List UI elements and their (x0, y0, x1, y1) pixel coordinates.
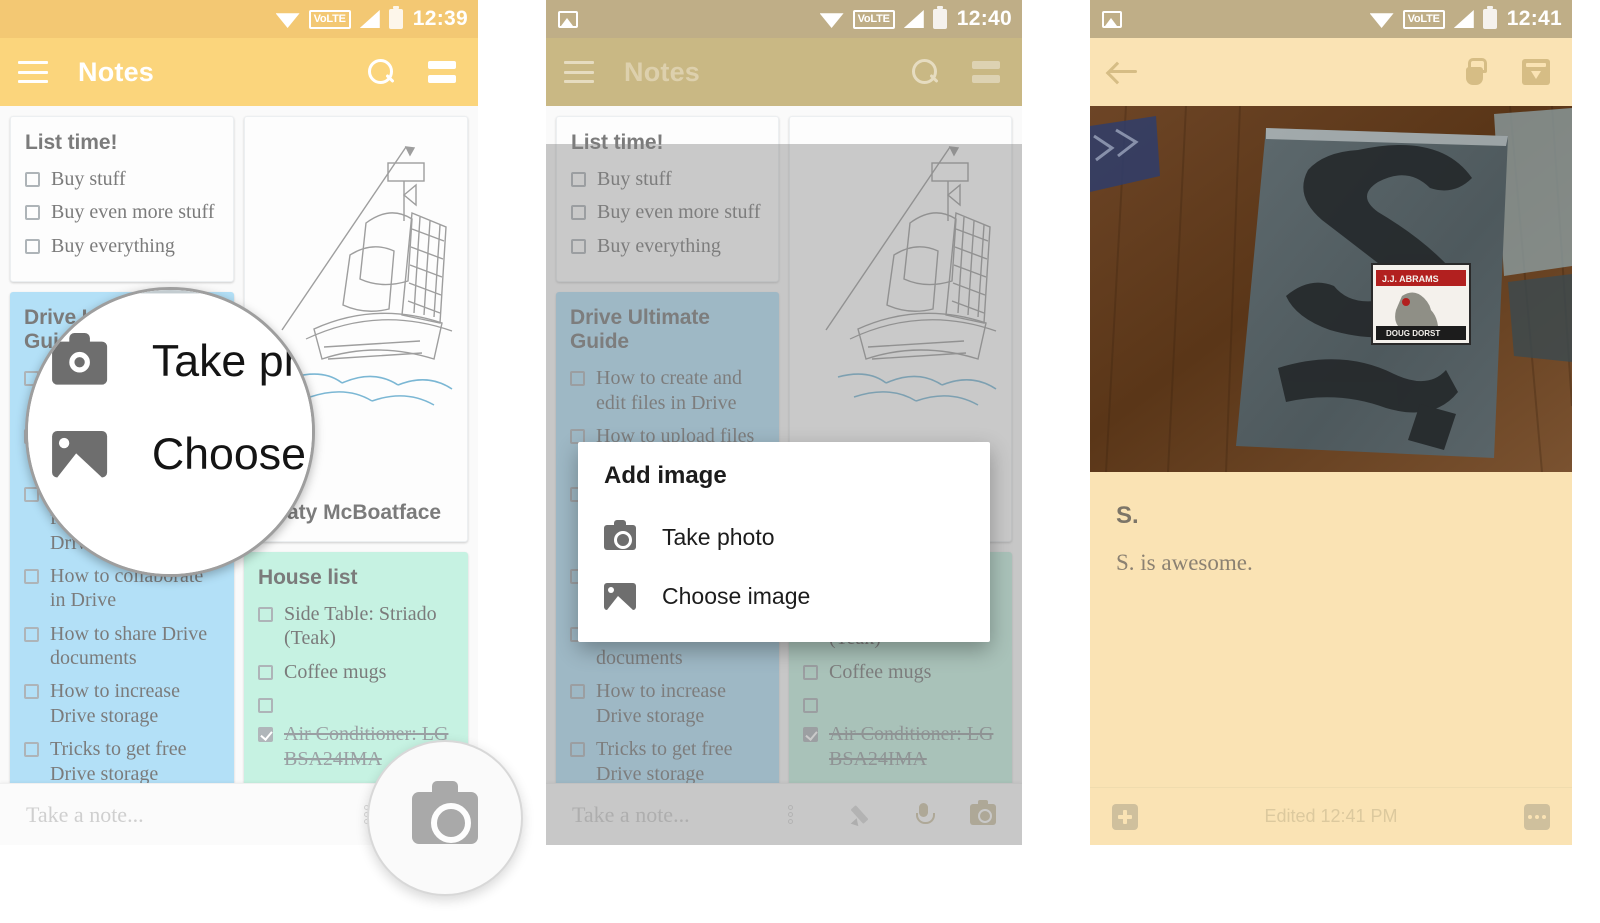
checkbox-icon[interactable] (24, 626, 39, 642)
hamburger-icon[interactable] (18, 61, 48, 83)
status-bar-clock: 12:39 (412, 7, 468, 30)
checkbox-icon[interactable] (24, 684, 39, 700)
dialog-option-take-photo[interactable]: Take photo (578, 508, 990, 567)
checklist-label: How to share Drive documents (50, 622, 208, 670)
archive-icon[interactable] (1522, 59, 1550, 85)
checklist-item[interactable]: How to increase Drive storage (24, 679, 220, 728)
checklist-item[interactable]: Buy everything (25, 234, 219, 258)
pin-icon[interactable] (1462, 58, 1488, 86)
checkbox-icon[interactable] (25, 205, 40, 221)
dialog-option-label: Choose image (662, 583, 811, 609)
checklist-item[interactable]: Buy even more stuff (25, 200, 219, 224)
dialog-option-choose-image[interactable]: Choose image (578, 567, 990, 626)
magnified-choose-image-label: Choose image (151, 427, 312, 480)
edited-timestamp: Edited 12:41 PM (1264, 806, 1398, 826)
app-title: Notes (624, 56, 701, 87)
wifi-icon (1369, 13, 1394, 28)
signal-icon (903, 10, 924, 28)
svg-text:DOUG DORST: DOUG DORST (1386, 329, 1440, 338)
checklist-item[interactable]: Tricks to get free Drive storage (24, 737, 220, 786)
note-card[interactable]: List time! Buy stuff Buy even more stuff… (10, 116, 234, 283)
hamburger-icon[interactable] (564, 61, 594, 83)
volte-icon: VoLTE (852, 9, 895, 29)
checkbox-icon[interactable] (258, 664, 273, 680)
view-toggle-icon[interactable] (972, 61, 1000, 83)
note-body-text[interactable]: S. is awesome. (1090, 530, 1572, 576)
dialog-title: Add image (604, 462, 727, 489)
status-bar: VoLTE 12:40 (546, 0, 1022, 38)
checkbox-icon[interactable] (25, 238, 40, 254)
checklist-label: Side Table: Striado (Teak) (284, 603, 437, 650)
app-title: Notes (78, 56, 155, 87)
note-title[interactable]: S. (1090, 472, 1572, 530)
wifi-icon (275, 13, 300, 28)
photo-icon (558, 10, 578, 28)
checklist-label: Coffee mugs (284, 660, 387, 683)
checkbox-icon[interactable] (24, 742, 39, 758)
app-bar (1090, 38, 1572, 106)
status-bar-clock: 12:40 (956, 7, 1012, 30)
checkbox-icon[interactable] (258, 698, 273, 714)
volte-icon: VoLTE (1402, 9, 1445, 29)
checklist-label: Buy even more stuff (51, 201, 215, 224)
overflow-menu-icon[interactable] (1524, 803, 1550, 830)
checklist-label: How to increase Drive storage (50, 680, 180, 727)
photo-icon (604, 583, 636, 610)
battery-icon (1482, 6, 1497, 29)
checkbox-icon[interactable] (25, 172, 40, 187)
wifi-icon (819, 13, 844, 28)
phone-panel-note-detail: VoLTE 12:41 J.J. ABRAMS DOUG DORST S. S.… (1090, 0, 1572, 845)
notes-grid-area: List time! Buy stuff Buy even more stuff… (546, 106, 1022, 845)
search-icon[interactable] (368, 59, 394, 85)
photo-icon (1102, 10, 1122, 28)
app-bar: Notes (546, 38, 1022, 106)
checklist-item[interactable]: Buy stuff (25, 167, 219, 191)
note-detail-body: S. S. is awesome. Edited 12:41 PM (1090, 472, 1572, 845)
svg-text:J.J. ABRAMS: J.J. ABRAMS (1382, 274, 1439, 284)
camera-icon (604, 520, 636, 550)
phone-panel-add-image-dialog: VoLTE 12:40 Notes List time! Buy stuff B… (546, 0, 1022, 845)
checklist-label: Buy stuff (51, 168, 126, 190)
checklist-item[interactable]: Side Table: Striado (Teak) (258, 602, 454, 651)
checklist-label: Tricks to get free Drive storage (50, 738, 187, 785)
add-image-dialog: Add image Take photo Choose image (578, 442, 990, 642)
checklist-label: Buy everything (51, 234, 175, 257)
plus-icon[interactable] (1112, 803, 1138, 830)
status-bar: VoLTE 12:41 (1090, 0, 1572, 38)
volte-icon: VoLTE (308, 9, 351, 29)
checklist-item[interactable]: How to share Drive documents (24, 622, 220, 671)
screenshot-stage: VoLTE 12:39 Notes List time! Buy stuff B… (0, 0, 1600, 923)
take-a-note-input[interactable]: Take a note... (26, 802, 144, 828)
checkbox-checked-icon[interactable] (258, 727, 273, 743)
status-bar-clock: 12:41 (1506, 7, 1562, 30)
status-bar: VoLTE 12:39 (0, 0, 478, 38)
checkbox-icon[interactable] (258, 607, 273, 622)
back-arrow-icon[interactable] (1108, 59, 1138, 85)
note-title: List time! (25, 131, 118, 154)
dialog-option-label: Take photo (662, 524, 775, 550)
battery-icon (932, 6, 947, 29)
note-photo[interactable]: J.J. ABRAMS DOUG DORST (1090, 106, 1572, 472)
checklist-item[interactable]: Coffee mugs (258, 660, 454, 684)
checklist-item[interactable] (258, 693, 454, 714)
search-icon[interactable] (912, 59, 938, 85)
camera-icon (412, 781, 478, 844)
signal-icon (359, 10, 380, 28)
battery-icon (388, 6, 403, 29)
magnified-take-photo-label: Take photo (151, 334, 312, 387)
camera-callout-bubble[interactable] (367, 740, 523, 896)
view-toggle-icon[interactable] (428, 61, 456, 83)
signal-icon (1453, 10, 1474, 28)
note-detail-bottom-bar: Edited 12:41 PM (1090, 787, 1572, 845)
app-bar: Notes (0, 38, 478, 106)
magnifier-lens: Drive Ulti d image Take photo Choose ima… (25, 287, 315, 577)
